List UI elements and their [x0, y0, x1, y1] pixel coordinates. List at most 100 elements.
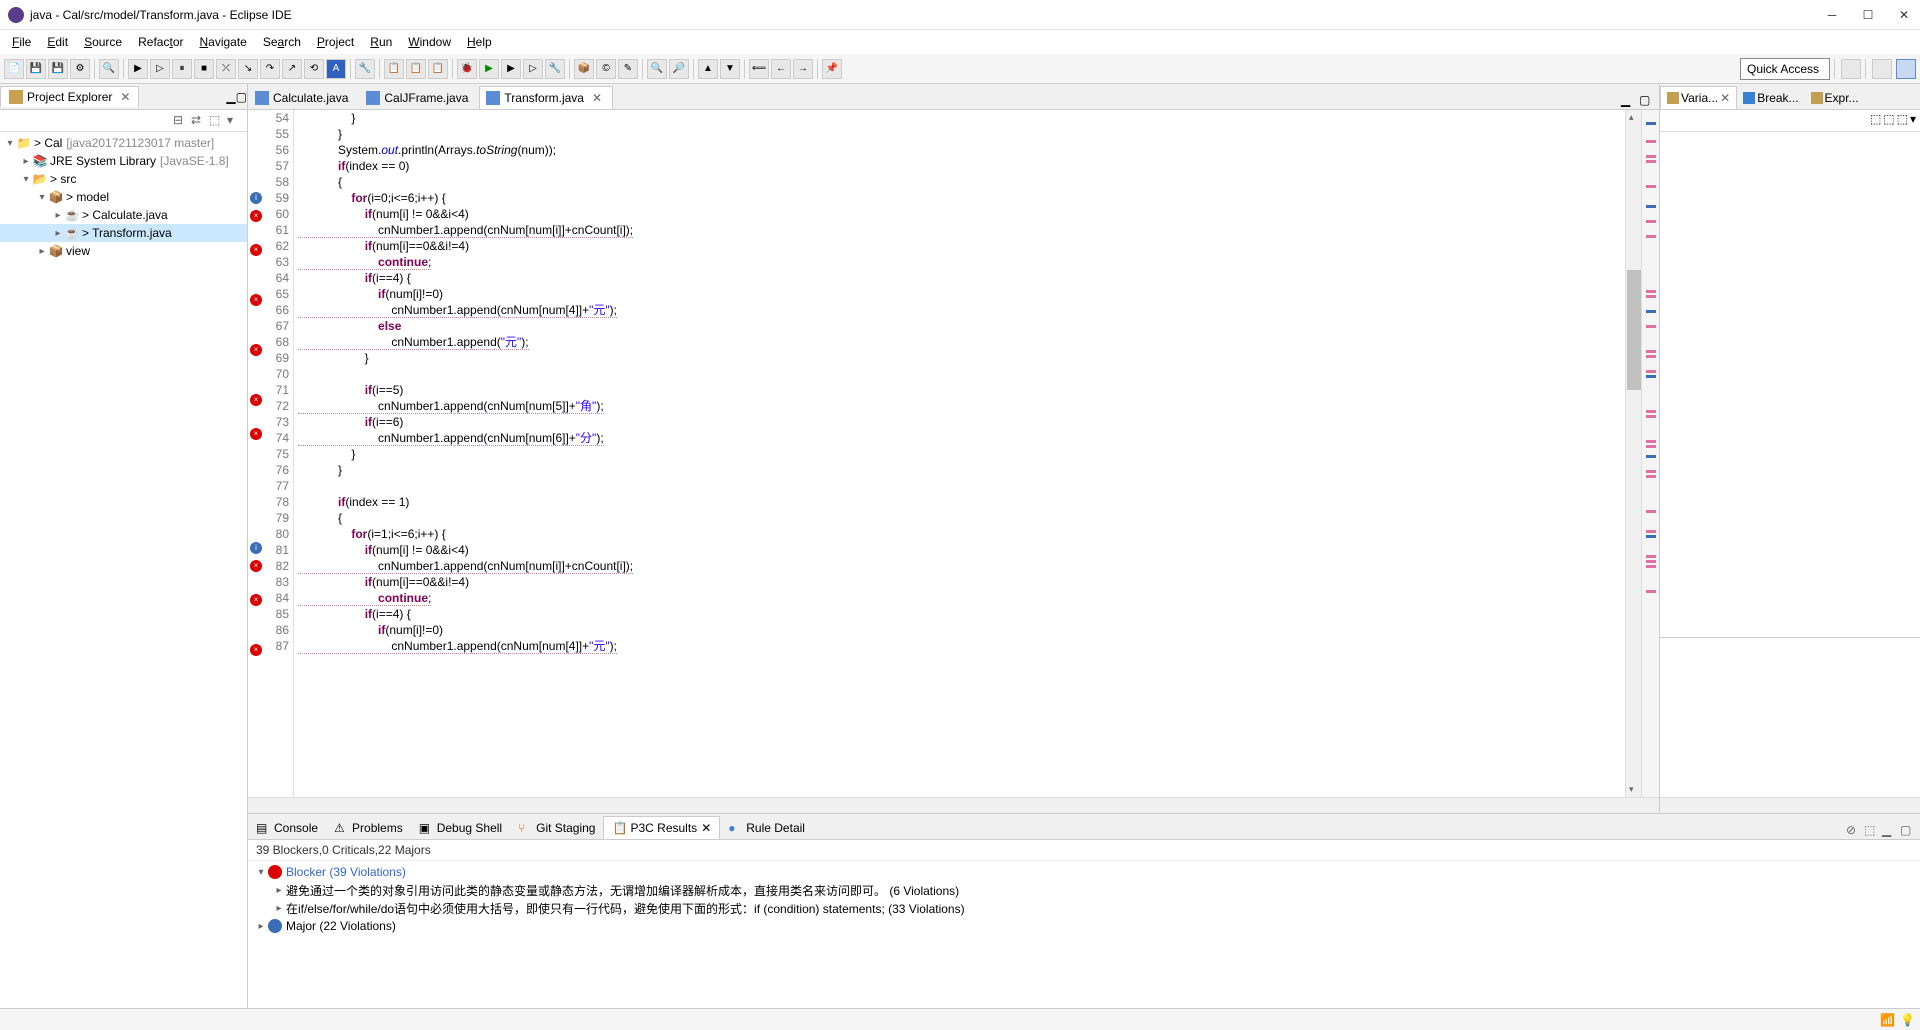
new-class-button[interactable]: © [596, 59, 616, 79]
tab-breakpoints[interactable]: Break... [1737, 87, 1804, 109]
tree-pkg-model[interactable]: ▾📦 > model [0, 188, 247, 206]
marker-ruler[interactable]: i××××××i××× [248, 110, 264, 797]
result-blocker-group[interactable]: ▾ Blocker (39 Violations) [248, 863, 1920, 881]
tool-btn-18[interactable]: 📋 [406, 59, 426, 79]
coverage-button[interactable]: ▶ [501, 59, 521, 79]
save-all-button[interactable]: 💾 [48, 59, 68, 79]
editor-tab-transform[interactable]: Transform.java ✕ [479, 86, 613, 109]
horizontal-scrollbar[interactable] [248, 797, 1659, 813]
tab-debug-shell[interactable]: ▣Debug Shell [411, 817, 510, 839]
result-rule-1[interactable]: ▸ 避免通过一个类的对象引用访问此类的静态变量或静态方法，无谓增加编译器解析成本… [248, 881, 1920, 899]
tab-git-staging[interactable]: ⑂Git Staging [510, 817, 603, 839]
tab-expressions[interactable]: Expr... [1805, 87, 1865, 109]
tab-rule-detail[interactable]: ●Rule Detail [720, 817, 813, 839]
disconnect-button[interactable]: ⤫ [216, 59, 236, 79]
new-package-button[interactable]: 📦 [574, 59, 594, 79]
java-perspective-button[interactable] [1872, 59, 1892, 79]
tool-btn-19[interactable]: 📋 [428, 59, 448, 79]
pin-button[interactable]: 📌 [822, 59, 842, 79]
new-button[interactable]: 📄 [4, 59, 24, 79]
tree-project[interactable]: ▾📁 > Cal [java201721123017 master] [0, 134, 247, 152]
back-button[interactable]: ← [771, 59, 791, 79]
terminate-button[interactable]: ■ [194, 59, 214, 79]
editor-tab-calculate[interactable]: Calculate.java [248, 86, 359, 109]
external-tools-button[interactable]: 🔧 [545, 59, 565, 79]
skip-breakpoints-button[interactable]: ▶ [128, 59, 148, 79]
open-type-button[interactable]: 🔍 [647, 59, 667, 79]
vars-tbtn-1[interactable]: ⬚ [1870, 112, 1881, 129]
minimize-button[interactable]: ─ [1824, 7, 1840, 23]
tool-btn-14[interactable]: ⟲ [304, 59, 324, 79]
menu-window[interactable]: Window [400, 33, 459, 51]
rss-icon[interactable]: 📶 [1880, 1013, 1894, 1027]
menu-edit[interactable]: Edit [39, 33, 76, 51]
tool-btn-27[interactable]: ✎ [618, 59, 638, 79]
menu-run[interactable]: Run [362, 33, 400, 51]
vertical-scrollbar[interactable]: ▴ ▾ [1625, 110, 1641, 797]
view-menu-button[interactable]: ▾ [227, 113, 243, 129]
result-major-group[interactable]: ▸ Major (22 Violations) [248, 917, 1920, 935]
close-icon[interactable]: ✕ [1720, 91, 1730, 105]
variables-content[interactable] [1660, 132, 1920, 637]
save-button[interactable]: 💾 [26, 59, 46, 79]
minimize-view-button[interactable]: ▁ [226, 90, 235, 104]
editor-minimize-button[interactable]: ▁ [1621, 93, 1637, 109]
overview-ruler[interactable] [1641, 110, 1659, 797]
switch-inspector-button[interactable]: 🔧 [355, 59, 375, 79]
resume-button[interactable]: ▷ [150, 59, 170, 79]
menu-file[interactable]: File [4, 33, 39, 51]
step-into-button[interactable]: ↘ [238, 59, 258, 79]
clear-button[interactable]: ⊘ [1846, 823, 1862, 839]
tab-variables[interactable]: Varia... ✕ [1660, 86, 1737, 109]
tree-file-calculate[interactable]: ▸☕ > Calculate.java [0, 206, 247, 224]
variables-detail-pane[interactable] [1660, 637, 1920, 797]
horizontal-scrollbar[interactable] [1660, 797, 1920, 813]
bottom-maximize-button[interactable]: ▢ [1900, 823, 1916, 839]
link-editor-button[interactable]: ⇄ [191, 113, 207, 129]
tab-problems[interactable]: ⚠Problems [326, 817, 411, 839]
annotation-next-button[interactable]: ▼ [720, 59, 740, 79]
step-over-button[interactable]: ↷ [260, 59, 280, 79]
close-icon[interactable]: ✕ [701, 821, 711, 835]
tree-pkg-view[interactable]: ▸📦 view [0, 242, 247, 260]
last-edit-button[interactable]: ⟸ [749, 59, 769, 79]
menu-refactor[interactable]: Refactor [130, 33, 191, 51]
vars-tbtn-2[interactable]: ⬚ [1883, 112, 1894, 129]
vars-menu-button[interactable]: ▾ [1910, 112, 1916, 129]
debug-perspective-button[interactable] [1896, 59, 1916, 79]
maximize-view-button[interactable]: ▢ [236, 90, 247, 104]
tool-btn-17[interactable]: 📋 [384, 59, 404, 79]
tab-console[interactable]: ▤Console [248, 817, 326, 839]
maximize-button[interactable]: ☐ [1860, 7, 1876, 23]
project-explorer-tab[interactable]: Project Explorer ✕ [0, 86, 139, 107]
run-last-button[interactable]: ▷ [523, 59, 543, 79]
filter-button[interactable]: ⬚ [209, 113, 225, 129]
editor-maximize-button[interactable]: ▢ [1639, 93, 1655, 109]
line-number-ruler[interactable]: 5455565758596061626364656667686970717273… [264, 110, 294, 797]
tab-p3c-results[interactable]: 📋P3C Results✕ [603, 816, 720, 839]
bottom-tbtn-2[interactable]: ⬚ [1864, 823, 1880, 839]
tree-file-transform[interactable]: ▸☕ > Transform.java [0, 224, 247, 242]
tool-btn-4[interactable]: ⚙ [70, 59, 90, 79]
search-button[interactable]: 🔎 [669, 59, 689, 79]
tree-jre[interactable]: ▸📚 JRE System Library [JavaSE-1.8] [0, 152, 247, 170]
debug-button[interactable]: 🐞 [457, 59, 477, 79]
step-return-button[interactable]: ↗ [282, 59, 302, 79]
menu-project[interactable]: Project [309, 33, 362, 51]
forward-button[interactable]: → [793, 59, 813, 79]
tip-icon[interactable]: 💡 [1900, 1013, 1914, 1027]
bottom-minimize-button[interactable]: ▁ [1882, 823, 1898, 839]
menu-navigate[interactable]: Navigate [191, 33, 254, 51]
vars-tbtn-3[interactable]: ⬚ [1897, 112, 1908, 129]
suspend-button[interactable]: ⏸ [172, 59, 192, 79]
quick-access-input[interactable] [1740, 58, 1830, 80]
tool-btn-5[interactable]: 🔍 [99, 59, 119, 79]
close-icon[interactable]: ✕ [120, 90, 130, 104]
code-editor[interactable]: } } System.out.println(Arrays.toString(n… [294, 110, 1625, 797]
menu-help[interactable]: Help [459, 33, 500, 51]
close-icon[interactable]: ✕ [592, 91, 602, 105]
tree-src[interactable]: ▾📂 > src [0, 170, 247, 188]
tool-btn-15[interactable]: A [326, 59, 346, 79]
open-perspective-button[interactable] [1841, 59, 1861, 79]
result-rule-2[interactable]: ▸ 在if/else/for/while/do语句中必须使用大括号，即使只有一行… [248, 899, 1920, 917]
